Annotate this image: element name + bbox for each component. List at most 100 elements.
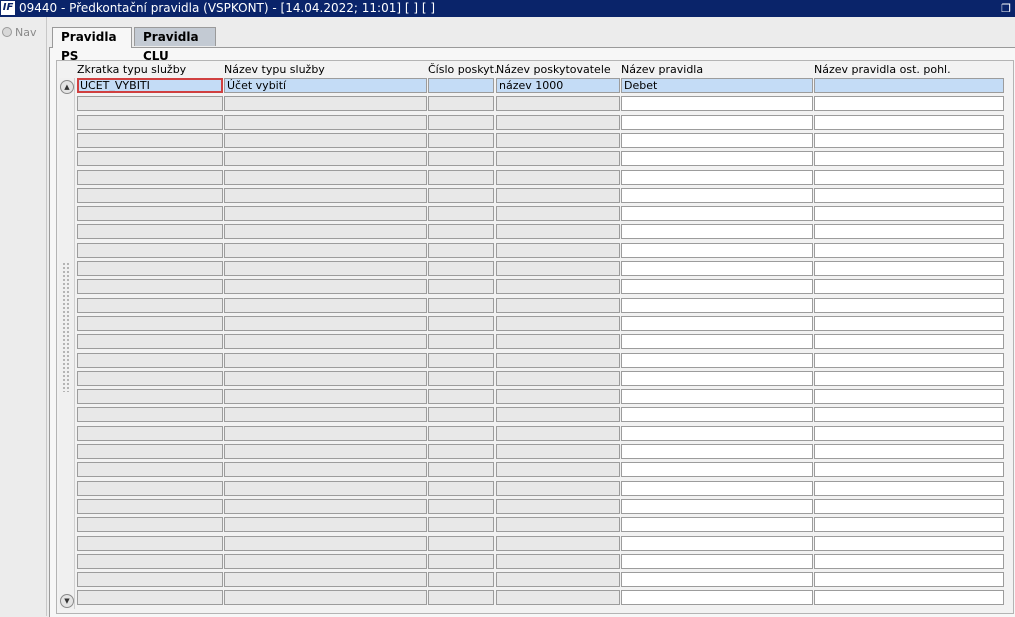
cell-provider-number[interactable] (428, 170, 494, 185)
cell-rule-name[interactable] (621, 133, 813, 148)
cell-provider-number[interactable] (428, 188, 494, 203)
cell-provider-number[interactable] (428, 389, 494, 404)
cell-other-rule-name[interactable] (814, 590, 1004, 605)
cell-service-name[interactable] (224, 572, 427, 587)
cell-service-name[interactable] (224, 462, 427, 477)
cell-other-rule-name[interactable] (814, 224, 1004, 239)
cell-provider-number[interactable] (428, 499, 494, 514)
cell-other-rule-name[interactable] (814, 243, 1004, 258)
cell-other-rule-name[interactable] (814, 353, 1004, 368)
cell-provider-number[interactable] (428, 590, 494, 605)
cell-abbr[interactable] (77, 298, 223, 313)
cell-provider-number[interactable] (428, 133, 494, 148)
cell-provider-number[interactable] (428, 224, 494, 239)
cell-other-rule-name[interactable] (814, 407, 1004, 422)
cell-service-name[interactable] (224, 536, 427, 551)
cell-abbr[interactable] (77, 96, 223, 111)
cell-provider-number[interactable] (428, 334, 494, 349)
cell-rule-name[interactable] (621, 554, 813, 569)
cell-rule-name[interactable] (621, 188, 813, 203)
cell-provider-number[interactable] (428, 96, 494, 111)
cell-provider-name[interactable] (496, 261, 620, 276)
cell-other-rule-name[interactable] (814, 554, 1004, 569)
cell-other-rule-name[interactable] (814, 389, 1004, 404)
cell-provider-name[interactable] (496, 572, 620, 587)
cell-abbr[interactable] (77, 481, 223, 496)
cell-service-name[interactable] (224, 334, 427, 349)
cell-rule-name[interactable] (621, 206, 813, 221)
cell-service-name[interactable]: Účet vybití (224, 78, 427, 93)
cell-other-rule-name[interactable] (814, 151, 1004, 166)
nav-toggle[interactable]: Nav (2, 26, 36, 39)
cell-provider-number[interactable] (428, 371, 494, 386)
cell-abbr[interactable]: UCET_VYBITI (77, 78, 223, 93)
cell-rule-name[interactable] (621, 224, 813, 239)
cell-service-name[interactable] (224, 389, 427, 404)
cell-rule-name[interactable] (621, 426, 813, 441)
cell-provider-number[interactable] (428, 462, 494, 477)
cell-provider-number[interactable] (428, 279, 494, 294)
tab-pravidla-clu[interactable]: Pravidla CLU (134, 27, 216, 63)
cell-provider-name[interactable] (496, 407, 620, 422)
cell-provider-number[interactable] (428, 554, 494, 569)
cell-provider-name[interactable] (496, 590, 620, 605)
cell-rule-name[interactable] (621, 170, 813, 185)
cell-abbr[interactable] (77, 517, 223, 532)
cell-rule-name[interactable] (621, 96, 813, 111)
cell-provider-number[interactable] (428, 444, 494, 459)
cell-abbr[interactable] (77, 170, 223, 185)
cell-rule-name[interactable] (621, 261, 813, 276)
cell-rule-name[interactable] (621, 298, 813, 313)
cell-abbr[interactable] (77, 261, 223, 276)
cell-rule-name[interactable] (621, 517, 813, 532)
cell-provider-name[interactable] (496, 444, 620, 459)
cell-service-name[interactable] (224, 261, 427, 276)
cell-abbr[interactable] (77, 371, 223, 386)
cell-provider-name[interactable]: název 1000 (496, 78, 620, 93)
cell-rule-name[interactable] (621, 243, 813, 258)
cell-rule-name[interactable] (621, 334, 813, 349)
cell-service-name[interactable] (224, 151, 427, 166)
cell-other-rule-name[interactable] (814, 115, 1004, 130)
cell-other-rule-name[interactable] (814, 426, 1004, 441)
cell-provider-number[interactable] (428, 151, 494, 166)
cell-rule-name[interactable] (621, 536, 813, 551)
cell-other-rule-name[interactable] (814, 206, 1004, 221)
cell-abbr[interactable] (77, 224, 223, 239)
restore-icon[interactable]: ❐ (1001, 1, 1011, 16)
scroll-grip[interactable] (62, 262, 70, 392)
cell-service-name[interactable] (224, 224, 427, 239)
vertical-scrollbar[interactable]: ▲ ▼ (59, 78, 75, 609)
scroll-down-icon[interactable]: ▼ (60, 594, 74, 608)
cell-provider-name[interactable] (496, 115, 620, 130)
cell-provider-name[interactable] (496, 426, 620, 441)
cell-rule-name[interactable] (621, 481, 813, 496)
cell-other-rule-name[interactable] (814, 499, 1004, 514)
cell-abbr[interactable] (77, 572, 223, 587)
cell-provider-name[interactable] (496, 188, 620, 203)
cell-service-name[interactable] (224, 554, 427, 569)
cell-provider-number[interactable] (428, 536, 494, 551)
tab-pravidla-ps[interactable]: Pravidla PS (52, 27, 132, 63)
cell-provider-number[interactable] (428, 353, 494, 368)
cell-provider-number[interactable] (428, 298, 494, 313)
cell-other-rule-name[interactable] (814, 572, 1004, 587)
cell-provider-name[interactable] (496, 353, 620, 368)
cell-service-name[interactable] (224, 426, 427, 441)
cell-rule-name[interactable] (621, 444, 813, 459)
cell-service-name[interactable] (224, 206, 427, 221)
cell-rule-name[interactable] (621, 499, 813, 514)
cell-other-rule-name[interactable] (814, 279, 1004, 294)
cell-other-rule-name[interactable] (814, 371, 1004, 386)
cell-provider-name[interactable] (496, 96, 620, 111)
cell-provider-name[interactable] (496, 334, 620, 349)
cell-abbr[interactable] (77, 426, 223, 441)
cell-other-rule-name[interactable] (814, 517, 1004, 532)
cell-provider-number[interactable] (428, 572, 494, 587)
cell-provider-number[interactable] (428, 115, 494, 130)
cell-other-rule-name[interactable] (814, 261, 1004, 276)
cell-provider-name[interactable] (496, 279, 620, 294)
cell-provider-name[interactable] (496, 170, 620, 185)
cell-rule-name[interactable] (621, 407, 813, 422)
cell-other-rule-name[interactable] (814, 78, 1004, 93)
